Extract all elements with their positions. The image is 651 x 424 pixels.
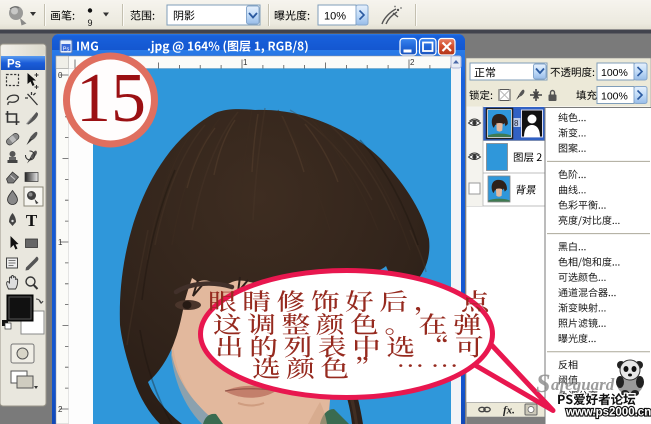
svg-text:2: 2: [410, 58, 415, 67]
svg-text:100%: 100%: [601, 67, 628, 79]
svg-text:2: 2: [58, 405, 63, 414]
svg-text:15: 15: [76, 60, 146, 137]
svg-text:10%: 10%: [324, 11, 346, 23]
svg-text:1: 1: [58, 238, 63, 247]
svg-text:fx.: fx.: [503, 405, 515, 417]
svg-text:Ps: Ps: [7, 59, 21, 71]
svg-text:Ps: Ps: [63, 47, 70, 53]
svg-text:T: T: [26, 211, 38, 230]
svg-text:1: 1: [243, 58, 248, 67]
svg-text:afeguard: afeguard: [551, 375, 615, 394]
svg-text:www.ps2000.cn: www.ps2000.cn: [565, 407, 651, 419]
svg-text:S: S: [536, 369, 550, 398]
svg-text:9: 9: [87, 18, 92, 28]
svg-text:100%: 100%: [601, 91, 628, 103]
svg-text:8: 8: [514, 119, 519, 128]
svg-text:0: 0: [58, 71, 63, 80]
